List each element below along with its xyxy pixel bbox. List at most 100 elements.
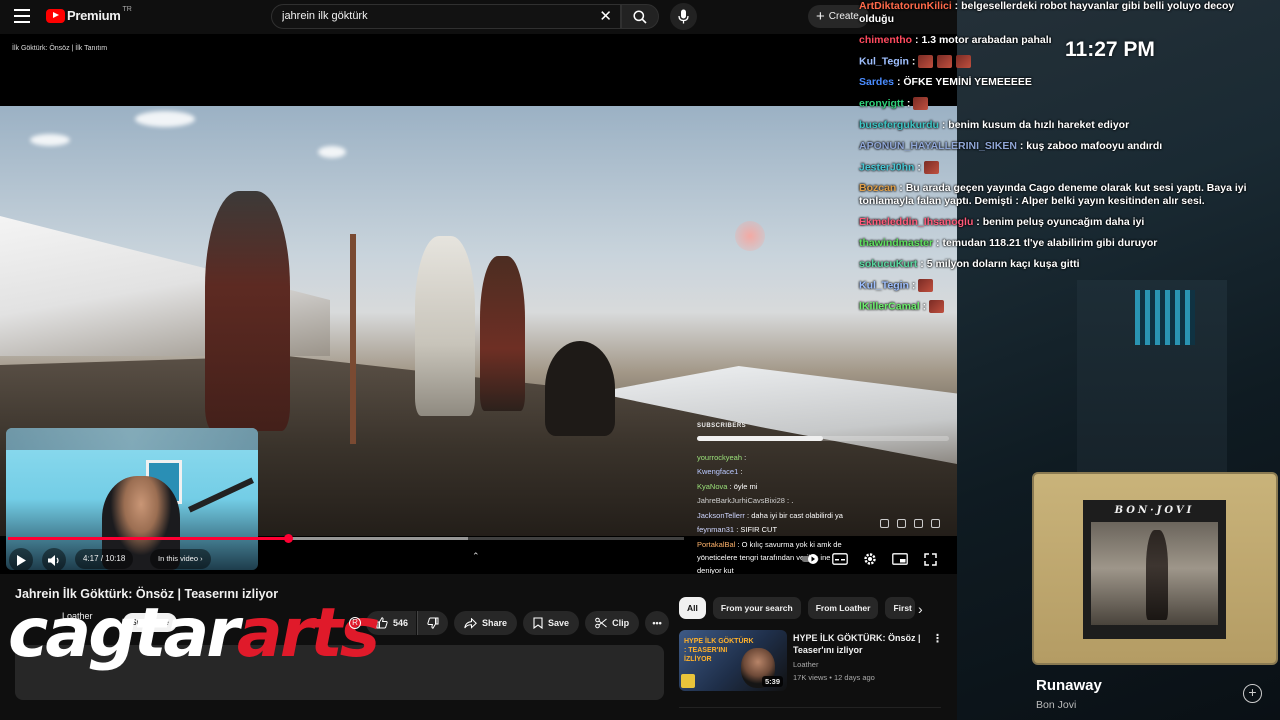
- voice-search-button[interactable]: [670, 3, 697, 30]
- chat-message: Kul_Tegin :: [859, 278, 1280, 292]
- volume-icon: [47, 554, 59, 566]
- chat-message: ArtDiktatorunKilici : belgesellerdeki ro…: [859, 0, 1269, 26]
- overlay-chat-message: JahreBarkJurhiCavsBixi28 : .: [697, 494, 957, 509]
- recommended-channel[interactable]: Loather: [793, 660, 818, 669]
- youtube-premium-logo[interactable]: Premium TR: [46, 6, 132, 23]
- chip-from-loather[interactable]: From Loather: [807, 597, 879, 619]
- chat-username: thawindmaster: [859, 236, 934, 249]
- album-art-text: BON·JOVI: [1114, 505, 1195, 516]
- song-title: Runaway: [1036, 677, 1102, 694]
- captions-button[interactable]: [830, 550, 850, 568]
- chip-all[interactable]: All: [679, 597, 706, 619]
- chat-emote-icon: [929, 300, 945, 314]
- like-icon[interactable]: [880, 519, 889, 528]
- chip-first[interactable]: First: [885, 597, 916, 619]
- thumbs-up-icon: [376, 617, 388, 629]
- in-this-video-button[interactable]: In this video ›: [150, 549, 211, 569]
- chat-separator: :: [742, 452, 747, 462]
- youtube-header: Premium TR ✕ + Create: [0, 0, 957, 34]
- cloud: [318, 146, 346, 158]
- chat-username: ArtDiktatorunKilici: [859, 0, 952, 12]
- watermark-part-1: cagtar: [8, 594, 240, 673]
- overlay-chat-message: Kwengface1 :: [697, 465, 957, 480]
- share-icon[interactable]: [931, 519, 940, 528]
- video-thumbnail[interactable]: HYPE İLK GÖKTÜRK : TEASER'INI İZLİYOR 5:…: [679, 630, 787, 691]
- chat-username: KyaNova: [697, 481, 728, 491]
- chat-text: benim kusum da hızlı hareket ediyor: [948, 118, 1130, 131]
- play-button[interactable]: [9, 548, 33, 572]
- chat-text: SIFIR CUT: [740, 525, 778, 534]
- save-button[interactable]: Save: [523, 611, 580, 635]
- chat-message: APONUN_HAYALLERINI_SIKEN : kuş zaboo maf…: [859, 140, 1280, 153]
- chat-text: Bu arada geçen yayında Cago deneme olara…: [859, 181, 1247, 207]
- in-this-video-label: In this video: [158, 554, 199, 563]
- chat-text: 5 milyon doların kaçı kuşa gitti: [926, 257, 1080, 270]
- search-button[interactable]: [621, 4, 659, 29]
- miniplayer-button[interactable]: [890, 550, 910, 568]
- fullscreen-button[interactable]: [920, 550, 940, 568]
- video-player[interactable]: İlk Göktürk: Önsöz | İlk Tanıtım SUBSCRI…: [0, 34, 957, 574]
- video-actions: 546 Share Save Clip •••: [366, 611, 670, 635]
- more-actions-button[interactable]: •••: [645, 611, 670, 635]
- clip-button[interactable]: Clip: [585, 611, 640, 635]
- chevron-right-icon[interactable]: ›: [918, 601, 923, 617]
- clear-search-icon[interactable]: ✕: [599, 7, 612, 25]
- current-time: 4:17: [83, 554, 99, 563]
- chat-emote-icon: [956, 55, 972, 68]
- recommendation-chips: All From your search From Loather First: [679, 597, 916, 619]
- chat-separator: :: [896, 181, 906, 194]
- chat-emote-icon: [918, 278, 934, 292]
- watermark-part-2: arts: [236, 594, 380, 673]
- chat-username: APONUN_HAYALLERINI_SIKEN: [859, 139, 1017, 152]
- chat-separator: :: [908, 55, 919, 68]
- play-icon: [17, 554, 26, 566]
- chat-username: busefergukurdu: [859, 118, 939, 131]
- warrior-figure: [205, 191, 290, 431]
- share-button[interactable]: Share: [454, 611, 518, 635]
- overlay-chat-message: KyaNova : öyle mi: [697, 480, 957, 495]
- autoplay-button[interactable]: [800, 550, 820, 568]
- add-song-button[interactable]: +: [1243, 684, 1262, 703]
- chat-emote-icon: [918, 55, 934, 68]
- share-label: Share: [482, 618, 508, 628]
- chat-emote-icon: [937, 55, 953, 68]
- divider: [679, 707, 941, 708]
- lens-flare: [735, 221, 765, 251]
- volume-button[interactable]: [42, 548, 66, 572]
- player-overlay-title: İlk Göktürk: Önsöz | İlk Tanıtım: [12, 45, 108, 52]
- autoplay-icon: [801, 554, 819, 564]
- stream-clock: 11:27 PM: [1065, 38, 1155, 61]
- logo-region: TR: [122, 6, 132, 13]
- recommended-meta: 17K views • 12 days ago: [793, 673, 875, 682]
- chat-separator: :: [738, 467, 743, 476]
- song-artist: Bon Jovi: [1036, 699, 1077, 711]
- album-art: BON·JOVI: [1083, 500, 1226, 639]
- more-vertical-icon[interactable]: ⋮: [932, 632, 943, 645]
- comment-icon[interactable]: [914, 519, 923, 528]
- progress-bar[interactable]: [8, 534, 684, 543]
- chat-emote-icon: [923, 160, 939, 174]
- chat-separator: :: [919, 300, 930, 313]
- chat-separator: :: [917, 257, 927, 270]
- chat-separator: :: [894, 76, 904, 89]
- search-input[interactable]: [282, 10, 582, 22]
- chat-text: daha iyi bir cast olabilirdi ya: [751, 510, 843, 520]
- microphone-icon: [678, 9, 689, 24]
- miniplayer-icon: [892, 553, 908, 565]
- chat-message: thawindmaster : temudan 118.21 tl'ye ala…: [859, 237, 1280, 250]
- dislike-icon[interactable]: [897, 519, 906, 528]
- chat-text: 1.3 motor arabadan pahalı: [921, 34, 1052, 46]
- overlay-chat: SUBSCRIBERS yourrockyeah : Kwengface1 : …: [697, 419, 957, 574]
- recommended-video[interactable]: HYPE İLK GÖKTÜRK : TEASER'INI İZLİYOR 5:…: [679, 630, 949, 692]
- chat-text: kuş zaboo mafooyu andırdı: [1026, 139, 1163, 152]
- chevron-up-icon[interactable]: ⌃: [472, 551, 480, 562]
- bookmark-icon: [533, 617, 543, 629]
- chat-text: benim peluş oyuncağım daha iyi: [982, 215, 1145, 228]
- scrubber-handle[interactable]: [283, 534, 293, 543]
- chat-text: ÖFKE YEMİNİ YEMEEEEE: [903, 76, 1032, 89]
- recommended-title[interactable]: HYPE İLK GÖKTÜRK: Önsöz | Teaser'ını izl…: [793, 632, 923, 656]
- dislike-button[interactable]: [417, 611, 449, 635]
- chip-from-your-search[interactable]: From your search: [712, 597, 801, 619]
- settings-button[interactable]: [860, 550, 880, 568]
- hamburger-menu-icon[interactable]: [14, 9, 30, 23]
